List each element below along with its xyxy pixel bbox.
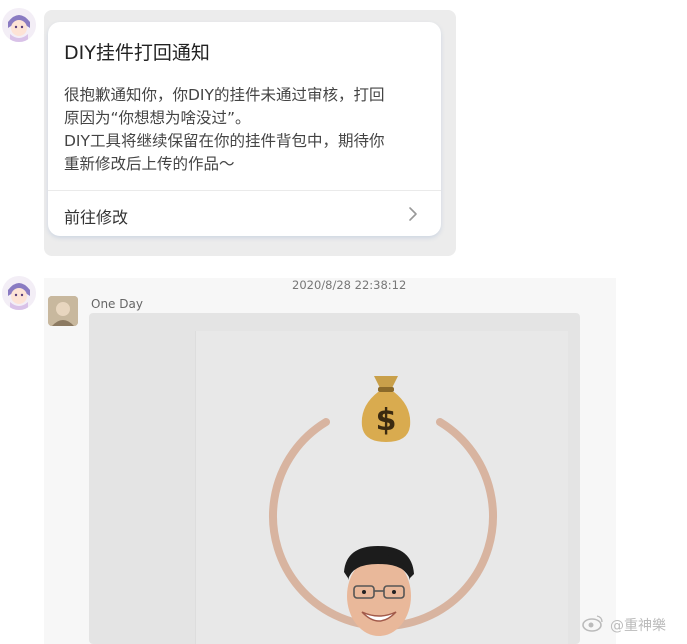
card-body-line: 原因为“你想想为啥没过”。: [64, 109, 251, 127]
card-body-line: 重新修改后上传的作品～: [64, 155, 235, 173]
anime-avatar-icon: [2, 276, 36, 310]
card-title: DIY挂件打回通知: [64, 42, 210, 64]
sender-name: One Day: [91, 297, 143, 311]
anime-avatar-icon: [2, 8, 36, 42]
photo-avatar-icon: [48, 296, 78, 326]
money-bag-icon: $: [361, 376, 411, 442]
watermark-text: @重神樂: [610, 618, 666, 634]
person-face-sticker: [344, 546, 414, 636]
svg-text:$: $: [376, 403, 397, 438]
card-body-line: 很抱歉通知你，你DIY的挂件未通过审核，打回: [64, 86, 385, 104]
notification-card: DIY挂件打回通知 很抱歉通知你，你DIY的挂件未通过审核，打回 原因为“你想想…: [48, 22, 441, 236]
card-body: 很抱歉通知你，你DIY的挂件未通过审核，打回 原因为“你想想为啥没过”。 DIY…: [64, 84, 434, 176]
user-avatar[interactable]: [2, 276, 36, 310]
sender-avatar[interactable]: [48, 296, 78, 326]
weibo-logo-icon: [582, 615, 603, 632]
chevron-right-icon[interactable]: [403, 204, 423, 224]
system-avatar[interactable]: [2, 8, 36, 42]
message-timestamp: 2020/8/28 22:38:12: [292, 278, 407, 292]
card-divider: [48, 190, 441, 191]
card-body-line: DIY工具将继续保留在你的挂件背包中，期待你: [64, 132, 385, 150]
go-modify-link[interactable]: 前往修改: [64, 204, 128, 228]
